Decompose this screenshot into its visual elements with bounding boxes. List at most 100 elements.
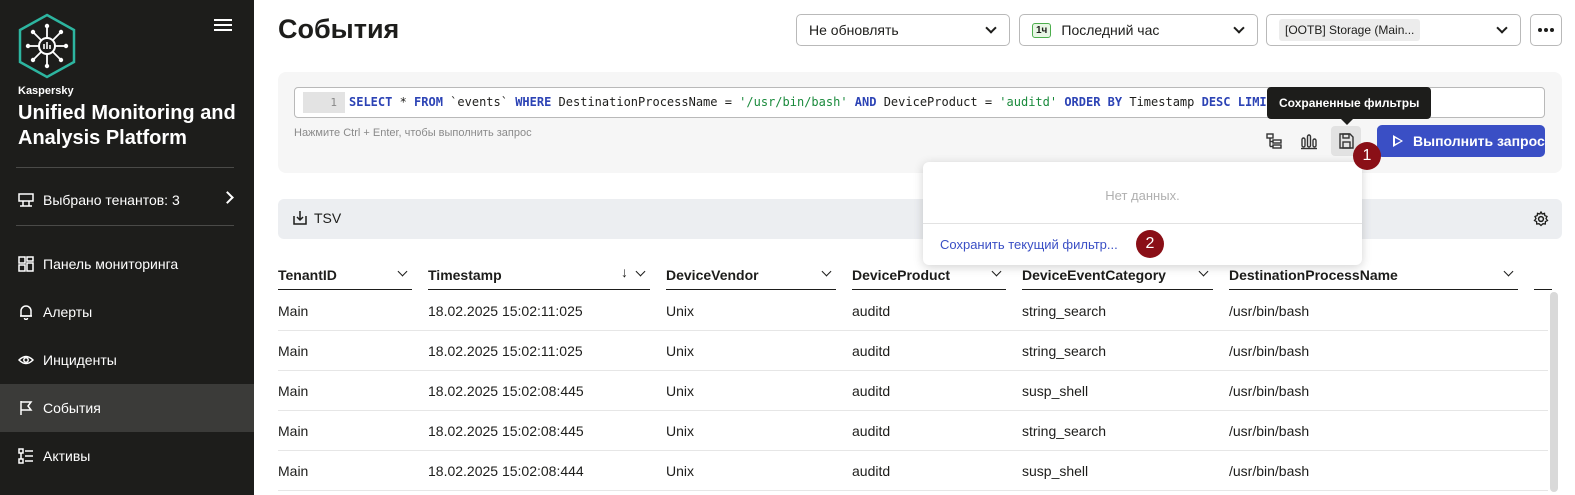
table-cell: susp_shell xyxy=(1022,383,1089,399)
table-row[interactable]: Main 18.02.2025 15:02:11:025 Unix auditd str… xyxy=(278,331,1548,371)
chevron-down-icon xyxy=(1198,266,1209,277)
sidebar-item-label: Активы xyxy=(43,448,91,464)
query-token: AND xyxy=(854,95,877,109)
sidebar-divider xyxy=(16,225,234,226)
column-header-label: DeviceEventCategory xyxy=(1022,266,1166,283)
query-token xyxy=(848,95,855,109)
chevron-down-icon xyxy=(1233,22,1245,34)
table-row[interactable]: Main 18.02.2025 15:02:08:445 Unix auditd str… xyxy=(278,411,1548,451)
export-tsv-label: TSV xyxy=(314,210,342,226)
tenants-icon xyxy=(18,192,34,208)
download-icon xyxy=(293,211,307,225)
dropdown-divider xyxy=(923,223,1362,224)
table-cell: Unix xyxy=(666,423,695,439)
time-period-select[interactable]: 1ч Последний час xyxy=(1019,14,1258,46)
query-token: * xyxy=(392,95,415,109)
gear-icon[interactable] xyxy=(1533,210,1549,227)
table-cell: Unix xyxy=(666,463,695,479)
table-cell: string_search xyxy=(1022,303,1107,319)
results-toolbar: TSV xyxy=(278,199,1562,239)
sidebar-item-label: Алерты xyxy=(43,304,93,320)
play-icon xyxy=(1393,135,1403,147)
table-cell: Main xyxy=(278,383,309,399)
table-cell: auditd xyxy=(852,343,891,359)
dashboard-icon xyxy=(18,256,34,272)
table-row[interactable]: Main 18.02.2025 15:02:08:445 Unix auditd sus… xyxy=(278,371,1548,411)
table-scrollbar[interactable] xyxy=(1550,292,1558,492)
table-cell: Unix xyxy=(666,343,695,359)
sidebar-item-assets[interactable]: Активы xyxy=(0,432,254,480)
tree-structure-icon xyxy=(1266,133,1282,149)
table-cell: /usr/bin/bash xyxy=(1229,423,1310,439)
table-cell: Unix xyxy=(666,303,695,319)
table-row[interactable]: Main 18.02.2025 15:02:11:025 Unix auditd str… xyxy=(278,291,1548,331)
sidebar-item-label: Инциденты xyxy=(43,352,117,368)
table-cell: /usr/bin/bash xyxy=(1229,343,1310,359)
query-builder-button[interactable] xyxy=(1259,126,1289,156)
run-query-label: Выполнить запрос xyxy=(1413,133,1545,149)
table-cell: 18.02.2025 15:02:08:444 xyxy=(428,463,584,479)
table-cell: Main xyxy=(278,303,309,319)
sidebar-item-events[interactable]: События xyxy=(0,384,254,432)
table-cell: /usr/bin/bash xyxy=(1229,303,1310,319)
time-period-value: Последний час xyxy=(1061,22,1160,38)
column-header-devicevendor[interactable]: DeviceVendor xyxy=(666,260,836,290)
query-code-line[interactable]: SELECT * FROM `events` WHERE Destination… xyxy=(349,92,1303,113)
saved-filters-tooltip: Сохраненные фильтры xyxy=(1267,87,1432,125)
floppy-disk-icon xyxy=(1339,133,1354,149)
tenant-selector[interactable]: Выбрано тенантов: 3 xyxy=(0,182,254,218)
sidebar-item-dashboard[interactable]: Панель мониторинга xyxy=(0,240,254,288)
column-header-timestamp[interactable]: Timestamp ↓ xyxy=(428,260,650,290)
sidebar-item-label: Панель мониторинга xyxy=(43,256,179,272)
more-dot-icon xyxy=(1544,28,1548,32)
table-cell: Main xyxy=(278,463,309,479)
table-cell: 18.02.2025 15:02:08:445 xyxy=(428,423,584,439)
storage-select[interactable]: [OOTB] Storage (Main... xyxy=(1266,14,1521,46)
query-token: Timestamp xyxy=(1122,95,1202,109)
sidebar-item-incidents[interactable]: Инциденты xyxy=(0,336,254,384)
period-badge: 1ч xyxy=(1032,22,1052,38)
hamburger-menu-icon[interactable] xyxy=(212,16,234,36)
sidebar: Kaspersky Unified Monitoring and Analysi… xyxy=(0,0,254,495)
column-header-label: DestinationProcessName xyxy=(1229,266,1398,283)
table-cell: string_search xyxy=(1022,423,1107,439)
refresh-interval-value: Не обновлять xyxy=(809,22,899,38)
table-cell: Main xyxy=(278,343,309,359)
refresh-interval-select[interactable]: Не обновлять xyxy=(796,14,1010,46)
query-token: '/usr/bin/bash' xyxy=(739,95,848,109)
table-cell: auditd xyxy=(852,423,891,439)
flag-icon xyxy=(18,400,34,416)
table-cell: auditd xyxy=(852,463,891,479)
query-token: DeviceProduct = xyxy=(876,95,1000,109)
statistics-button[interactable] xyxy=(1294,126,1324,156)
more-options-button[interactable] xyxy=(1530,14,1562,46)
table-cell: auditd xyxy=(852,303,891,319)
query-token: SELECT xyxy=(349,95,393,109)
empty-state-text: Нет данных. xyxy=(1105,188,1180,203)
table-cell: 18.02.2025 15:02:08:445 xyxy=(428,383,584,399)
brand-vendor: Kaspersky xyxy=(18,85,74,97)
line-number: 1 xyxy=(303,92,345,113)
sort-descending-icon: ↓ xyxy=(621,264,628,280)
chevron-down-icon xyxy=(397,266,408,277)
brand-product-name: Unified Monitoring and Analysis Platform xyxy=(18,102,236,149)
bar-chart-icon xyxy=(1301,134,1317,150)
run-query-button[interactable]: Выполнить запрос xyxy=(1377,125,1545,157)
column-header-tenantid[interactable]: TenantID xyxy=(278,260,412,290)
chevron-down-icon xyxy=(991,266,1002,277)
export-tsv-button[interactable]: TSV xyxy=(292,210,341,226)
table-row[interactable]: Main 18.02.2025 15:02:08:444 Unix auditd sus… xyxy=(278,451,1548,491)
table-cell: /usr/bin/bash xyxy=(1229,383,1310,399)
save-current-filter-link[interactable]: Сохранить текущий фильтр... xyxy=(940,237,1118,252)
query-token: WHERE xyxy=(515,95,552,109)
query-token: ORDER BY xyxy=(1064,95,1123,109)
sidebar-item-alerts[interactable]: Алерты xyxy=(0,288,254,336)
eye-icon xyxy=(18,352,34,368)
more-dot-icon xyxy=(1550,28,1554,32)
query-token: DESC xyxy=(1201,95,1231,109)
column-header-label: Timestamp xyxy=(428,266,502,283)
assets-icon xyxy=(18,448,34,464)
kaspersky-logo-icon xyxy=(16,13,78,79)
step-marker-2: 2 xyxy=(1136,230,1164,258)
step-marker-1: 1 xyxy=(1353,142,1381,170)
